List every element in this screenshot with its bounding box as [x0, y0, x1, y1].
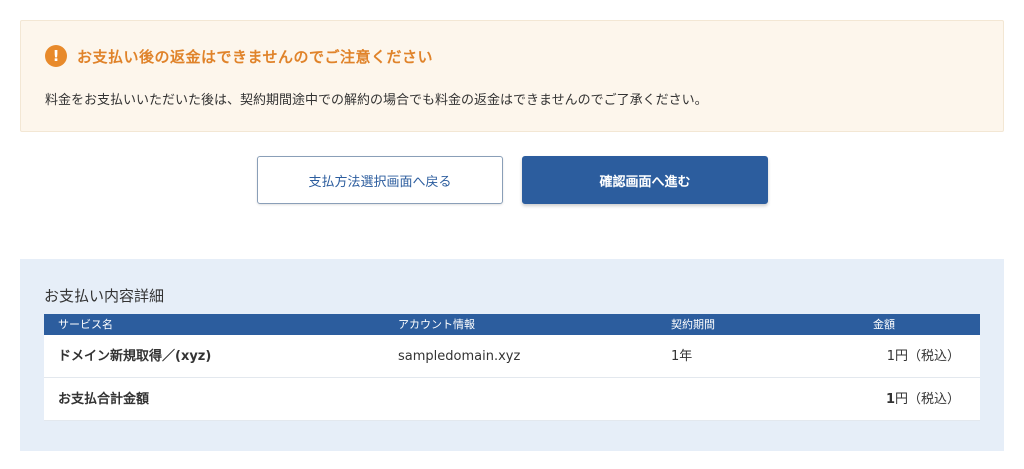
table-header: サービス名 アカウント情報 契約期間 金額: [44, 314, 980, 335]
back-to-payment-method-button[interactable]: 支払方法選択画面へ戻る: [257, 156, 503, 204]
contract-period: 1年: [671, 349, 693, 364]
account-info: sampledomain.xyz: [398, 349, 521, 364]
details-title: お支払い内容詳細: [44, 287, 165, 305]
refund-notice: ! お支払い後の返金はできませんのでご注意ください 料金をお支払いいただいた後は…: [20, 20, 1004, 132]
notice-header: ! お支払い後の返金はできませんのでご注意ください: [45, 45, 433, 67]
total-amount-number: 1: [885, 392, 895, 407]
notice-title: お支払い後の返金はできませんのでご注意ください: [77, 47, 434, 66]
header-account-info: アカウント情報: [398, 318, 475, 331]
header-contract-period: 契約期間: [671, 318, 715, 331]
service-name: ドメイン新規取得／(xyz): [58, 349, 212, 364]
payment-details-panel: お支払い内容詳細 サービス名 アカウント情報 契約期間 金額 ドメイン新規取得／…: [20, 259, 1004, 451]
notice-text: 料金をお支払いいただいた後は、契約期間途中での解約の場合でも料金の返金はできませ…: [45, 93, 708, 108]
total-amount: 1円（税込）: [886, 378, 960, 421]
payment-details-table: サービス名 アカウント情報 契約期間 金額 ドメイン新規取得／(xyz) sam…: [44, 314, 980, 421]
table-row: ドメイン新規取得／(xyz) sampledomain.xyz 1年 1円（税込…: [44, 335, 980, 378]
header-amount: 金額: [873, 318, 895, 331]
proceed-to-confirm-button[interactable]: 確認画面へ進む: [522, 156, 768, 204]
total-amount-suffix: 円（税込）: [894, 392, 960, 407]
header-service-name: サービス名: [58, 318, 113, 331]
total-label: お支払合計金額: [58, 392, 150, 407]
row-amount: 1円（税込）: [886, 349, 960, 364]
exclamation-icon: !: [45, 45, 67, 67]
total-row: お支払合計金額 1円（税込）: [44, 378, 980, 421]
